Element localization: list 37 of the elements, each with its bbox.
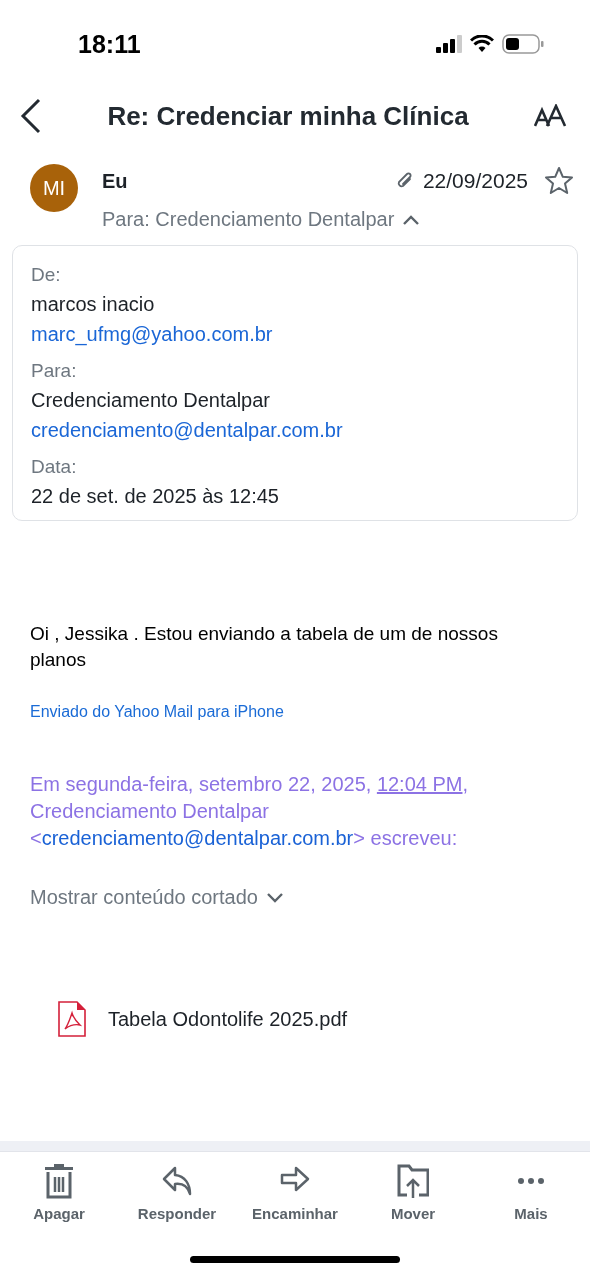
field-value: marcos inacio <box>31 293 156 316</box>
field-value: 22 de set. de 2025 às 12:45 <box>31 485 280 508</box>
email-subject: Re: Credenciar minha Clínica <box>107 100 469 132</box>
message-text: Oi , Jessika . Estou enviando a tabela de um de nossos planos <box>29 622 499 672</box>
email-link[interactable]: credenciamento@dentalpar.com.br <box>41 827 354 849</box>
trash-icon <box>43 1164 75 1199</box>
field-label: Data: <box>31 456 78 478</box>
avatar: MI <box>30 164 78 212</box>
wifi-icon <box>470 35 494 53</box>
signature-link[interactable]: Enviado do Yahoo Mail para iPhone <box>30 703 284 720</box>
back-icon[interactable] <box>20 98 42 134</box>
quote-header: Em segunda-feira, setembro 22, 2025, 12:04 PM, Credenciamento Dentalpar <credenciamento@dentalpar.com.br> escreveu: <box>30 772 470 851</box>
show-more-button[interactable]: Mostrar conteúdo cortado <box>30 886 284 909</box>
time-link[interactable]: 12:04 PM <box>376 773 463 795</box>
star-icon[interactable] <box>544 166 574 196</box>
message-date: 22/09/2025 <box>422 169 528 193</box>
toolbar-button[interactable]: Mover <box>354 1164 472 1256</box>
email-link[interactable]: marc_ufmg@yahoo.com.br <box>31 323 559 346</box>
field-label: De: <box>31 264 62 286</box>
field-value: Credenciamento Dentalpar <box>31 389 272 412</box>
toolbar-button[interactable]: Responder <box>118 1164 236 1256</box>
recipients-toggle[interactable]: Para: Credenciamento Dentalpar <box>102 208 421 231</box>
signal-icon <box>436 35 462 53</box>
pdf-file-icon <box>58 1001 86 1037</box>
email-link[interactable]: credenciamento@dentalpar.com.br <box>31 419 559 442</box>
text-size-icon[interactable] <box>534 104 568 128</box>
field-label: Para: <box>31 360 78 382</box>
toolbar-button[interactable]: Encaminhar <box>236 1164 354 1256</box>
attachment[interactable]: Tabela Odontolife 2025.pdf <box>58 1001 348 1037</box>
toolbar-button[interactable]: Apagar <box>0 1164 118 1256</box>
more-icon <box>518 1178 544 1184</box>
chevron-icon <box>265 891 284 904</box>
toolbar-button[interactable]: Mais <box>472 1164 590 1256</box>
move-to-folder-icon <box>397 1164 429 1199</box>
battery-icon <box>502 34 544 54</box>
sender-name: Eu <box>102 169 129 193</box>
status-time: 18:11 <box>78 29 141 59</box>
